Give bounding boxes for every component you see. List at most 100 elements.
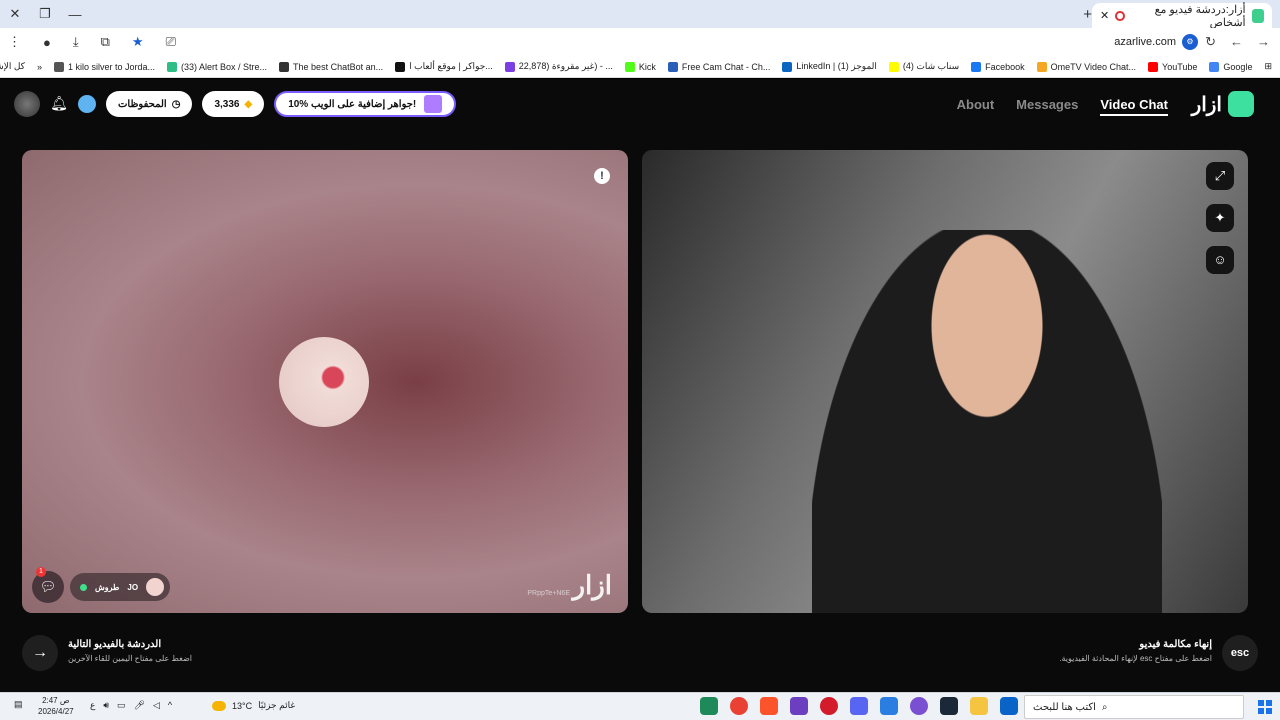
opera-app-icon[interactable] xyxy=(820,697,838,715)
logo-mark-icon xyxy=(1228,91,1254,117)
tiktok-app-icon[interactable] xyxy=(700,697,718,715)
bookmark-item[interactable]: 1 kilo silver to Jorda... xyxy=(53,61,155,72)
end-title: إنهاء مكالمة فيديو xyxy=(1139,639,1212,650)
session-id: PRppTe+N6E xyxy=(527,590,570,597)
taskbar-apps xyxy=(700,697,1048,715)
magic-wand-icon[interactable]: ✦ xyxy=(1206,204,1234,232)
face-filter-icon[interactable]: ☺ xyxy=(1206,246,1234,274)
bookmark-favicon-icon xyxy=(667,61,678,72)
weather-icon xyxy=(212,700,226,711)
microphone-icon[interactable]: 🎤︎ xyxy=(134,700,145,711)
bookmark-favicon-icon xyxy=(782,61,793,72)
camera-app-icon[interactable] xyxy=(910,697,928,715)
partner-name: طروش xyxy=(95,582,120,592)
bookmark-item[interactable]: Google xyxy=(1209,61,1252,72)
restore-window-icon[interactable]: ❐ xyxy=(30,6,60,22)
notification-icon[interactable]: ▤ xyxy=(14,699,23,710)
tab-favicon-icon xyxy=(1251,8,1264,23)
volume-icon[interactable]: 🔊︎ xyxy=(103,700,109,711)
cast-icon[interactable]: ⎚ xyxy=(166,34,176,50)
menu-dots-icon[interactable]: ⋮ xyxy=(8,34,21,50)
bookmark-label: Kick xyxy=(638,61,656,72)
brave-app-icon[interactable] xyxy=(760,697,778,715)
bookmark-item[interactable]: Kick xyxy=(624,61,656,72)
saved-button[interactable]: المحفوظات ◷ xyxy=(106,91,193,117)
discord-app-icon[interactable] xyxy=(850,697,868,715)
steam-app-icon[interactable] xyxy=(940,697,958,715)
report-icon[interactable]: ! xyxy=(594,168,610,184)
bookmark-item[interactable]: OmeTV Video Chat... xyxy=(1036,61,1137,72)
browser-tab[interactable]: أزار:دردشة فيديو مع أشخاص ✕ xyxy=(1092,3,1272,29)
promo-text: 10% جواهر إضافية على الويب! xyxy=(288,98,417,110)
weather-widget[interactable]: 13°C غائم جزئيًا xyxy=(212,700,295,711)
gems-count: 3,336 xyxy=(214,98,240,110)
bookmark-item[interactable]: YouTube xyxy=(1148,61,1197,72)
partner-video-panel: ! PRppTe+N6E ازار 💬︎ 1 طروش JO xyxy=(22,150,628,613)
tab-title: أزار:دردشة فيديو مع أشخاص xyxy=(1154,3,1246,29)
gems-button[interactable]: 3,336 ◆ xyxy=(202,91,265,117)
all-bookmarks-folder[interactable]: كل الإشارات المرجعية xyxy=(0,61,25,72)
speaker-icon[interactable]: ◁ xyxy=(153,700,160,711)
bookmark-item[interactable]: (4) سناب شات xyxy=(888,61,959,72)
bookmark-favicon-icon xyxy=(888,61,899,72)
nav-video-chat[interactable]: Video Chat xyxy=(1100,97,1168,116)
tab-close-icon[interactable]: ✕ xyxy=(1100,9,1109,22)
chrome-app-icon[interactable] xyxy=(730,697,748,715)
nav-messages[interactable]: Messages xyxy=(1016,97,1078,116)
store-app-icon[interactable] xyxy=(880,697,898,715)
bookmark-favicon-icon xyxy=(504,61,515,72)
bookmark-item[interactable]: Facebook xyxy=(971,61,1025,72)
taskbar: ▤ 2:47 ص 2026/4/27 ع 🔊︎ ▭ 🎤︎ ◁ ^ 13°C غا… xyxy=(0,692,1280,720)
address-bar: ⋮ ● ⤓ ⧉ ★ ⎚ azarlive.com ⚙ ↻ ← → xyxy=(0,28,1280,56)
reload-icon[interactable]: ↻ xyxy=(1205,34,1216,50)
profile-avatar-icon[interactable]: ● xyxy=(43,35,51,50)
site-info-icon[interactable]: ⚙ xyxy=(1182,34,1198,50)
fullscreen-icon[interactable]: ⤢ xyxy=(1206,162,1234,190)
partner-avatar xyxy=(146,578,165,596)
nav-about[interactable]: About xyxy=(957,97,995,116)
promo-banner[interactable]: 10% جواهر إضافية على الويب! xyxy=(274,91,457,117)
taskbar-clock[interactable]: 2:47 ص 2026/4/27 xyxy=(38,695,74,717)
forward-icon[interactable]: ← xyxy=(1230,34,1243,50)
taskbar-search[interactable]: ⌕ اكتب هنا للبحث xyxy=(1024,695,1244,719)
bookmark-star-icon[interactable]: ★ xyxy=(132,34,144,50)
next-video-button[interactable]: → xyxy=(22,635,58,671)
end-call-button[interactable]: esc xyxy=(1222,635,1258,671)
clock-icon: ◷ xyxy=(171,98,181,110)
top-navigation: ازار Video Chat Messages About 🔔︎ المحفو… xyxy=(0,79,1280,131)
partner-info-pill[interactable]: طروش JO xyxy=(70,573,171,601)
language-indicator[interactable]: ع xyxy=(90,700,95,711)
file-explorer-icon[interactable] xyxy=(970,697,988,715)
clock-date: 2026/4/27 xyxy=(38,707,74,716)
mail-app-icon[interactable] xyxy=(1000,697,1018,715)
download-icon[interactable]: ⤓ xyxy=(73,34,79,50)
obs-app-icon[interactable] xyxy=(790,697,808,715)
online-status-icon xyxy=(80,583,87,591)
bookmark-item[interactable]: جواكر | موقع ألعاب ا... xyxy=(395,61,493,72)
extensions-icon[interactable]: ⧉ xyxy=(101,34,110,50)
minimize-window-icon[interactable]: — xyxy=(60,7,90,22)
new-tab-button[interactable]: + xyxy=(1083,6,1092,23)
bookmark-item[interactable]: Free Cam Chat - Ch... xyxy=(667,61,770,72)
bookmark-item[interactable]: LinkedIn | (1) الموجز xyxy=(782,61,877,72)
bookmarks-overflow-icon[interactable]: » xyxy=(37,62,42,72)
close-window-icon[interactable]: ✕ xyxy=(0,6,30,22)
bookmark-item[interactable]: The best ChatBot an... xyxy=(279,61,383,72)
windows-start-icon[interactable] xyxy=(1258,700,1272,714)
url-field[interactable]: azarlive.com ⚙ xyxy=(1114,32,1198,52)
bookmark-favicon-icon xyxy=(167,61,177,72)
tray-expand-icon[interactable]: ^ xyxy=(168,700,172,711)
bookmark-label: جواكر | موقع ألعاب ا... xyxy=(409,61,493,71)
network-icon[interactable]: ▭ xyxy=(117,700,126,711)
bookmark-label: OmeTV Video Chat... xyxy=(1050,61,1137,72)
azar-logo[interactable]: ازار xyxy=(1192,91,1254,117)
bell-icon[interactable]: 🔔︎ xyxy=(50,95,68,113)
partner-profile-image xyxy=(279,337,369,427)
apps-grid-icon[interactable]: ⊞ xyxy=(1264,61,1272,72)
bookmark-label: (33) Alert Box / Stre... xyxy=(181,61,268,72)
bookmark-item[interactable]: 22,878) غير مقروءة) - ... xyxy=(504,61,613,72)
globe-icon[interactable] xyxy=(78,95,96,113)
user-avatar[interactable] xyxy=(14,91,40,117)
back-icon[interactable]: → xyxy=(1257,34,1270,50)
bookmark-item[interactable]: (33) Alert Box / Stre... xyxy=(167,61,268,72)
